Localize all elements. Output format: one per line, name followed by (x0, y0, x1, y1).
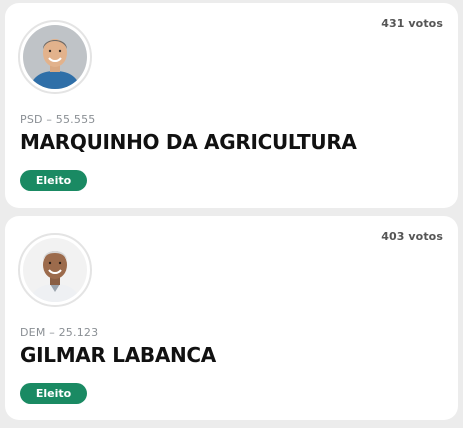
status-badge: Eleito (20, 170, 87, 191)
status-badge: Eleito (20, 383, 87, 404)
avatar (18, 20, 92, 94)
candidate-name: MARQUINHO DA AGRICULTURA (20, 130, 357, 154)
avatar (18, 233, 92, 307)
candidate-photo-icon (23, 238, 87, 302)
party-number: PSD – 55.555 (20, 113, 96, 126)
candidate-name: GILMAR LABANCA (20, 343, 216, 367)
party-number: DEM – 25.123 (20, 326, 99, 339)
candidate-card[interactable]: 431 votos PSD – 55.555 MARQUINHO DA AGRI… (5, 3, 458, 208)
candidate-card[interactable]: 403 votos DEM – 25.123 GILMAR LABANCA El… (5, 216, 458, 420)
vote-count: 403 votos (381, 230, 443, 243)
candidate-photo-icon (23, 25, 87, 89)
vote-count: 431 votos (381, 17, 443, 30)
